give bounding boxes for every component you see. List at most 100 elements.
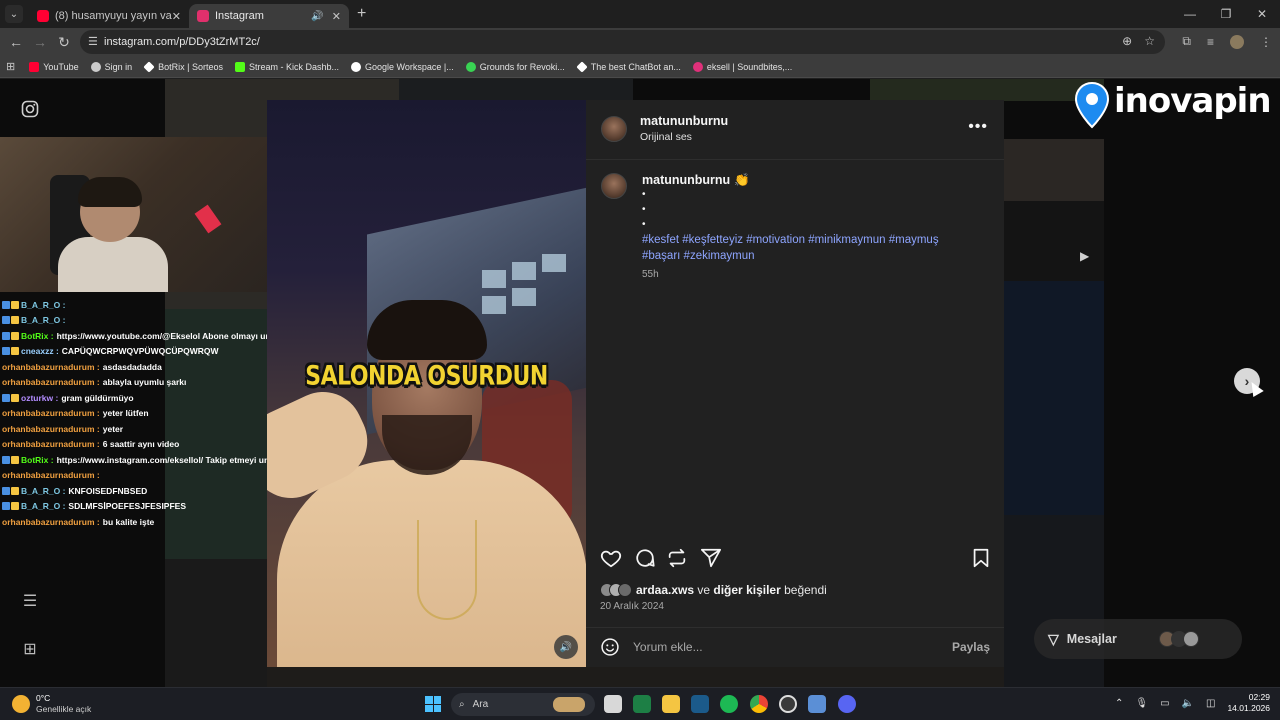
minimize-icon[interactable]: — — [1172, 0, 1208, 28]
address-bar[interactable]: ☰ instagram.com/p/DDy3tZrMT2c/ ⊕ ☆ — [80, 30, 1165, 54]
bookmark-sign-in[interactable]: Sign in — [90, 61, 132, 72]
profile-avatar[interactable] — [1230, 34, 1244, 49]
apps-icon[interactable]: ⊞ — [20, 639, 40, 659]
tab-instagram[interactable]: Instagram 🔊 ✕ — [189, 4, 349, 28]
bookmark-google-workspace[interactable]: Google Workspace |... — [351, 61, 454, 72]
comment-icon[interactable] — [634, 547, 656, 569]
comment-avatar[interactable] — [601, 173, 627, 199]
chat-username[interactable]: B_A_R_O : — [21, 501, 65, 511]
video-window — [542, 254, 566, 272]
task-view-icon[interactable] — [604, 695, 622, 713]
save-bookmark-icon[interactable] — [970, 547, 992, 569]
chat-badges — [2, 455, 19, 464]
close-tab-icon[interactable]: ✕ — [172, 10, 181, 23]
bookmark-eksell[interactable]: eksell | Soundbites,... — [692, 61, 792, 72]
repost-icon[interactable] — [666, 547, 688, 569]
post-video[interactable]: SALONDA OSURDUN 🔊 — [267, 100, 586, 667]
zoom-icon[interactable]: ⊕ — [1122, 34, 1132, 48]
network-app-icon[interactable] — [808, 695, 826, 713]
bookmark-youtube[interactable]: YouTube — [29, 61, 79, 72]
post-actions — [600, 547, 990, 569]
notifications-icon[interactable]: ◫ — [1206, 698, 1215, 709]
forward-icon[interactable]: → — [28, 34, 52, 50]
close-window-icon[interactable]: ✕ — [1244, 0, 1280, 28]
site-info-icon[interactable]: ☰ — [88, 35, 98, 48]
chat-username[interactable]: orhanbabazurnadurum : — [2, 439, 100, 449]
speaker-icon[interactable]: 🔈 — [1182, 698, 1194, 709]
taskbar-search[interactable]: ⌕ Ara — [451, 693, 595, 716]
bookmark-grounds[interactable]: Grounds for Revoki... — [465, 61, 565, 72]
comment-input[interactable]: Yorum ekle... — [633, 640, 703, 654]
file-explorer-icon[interactable] — [662, 695, 680, 713]
menu-icon[interactable]: ⋮ — [1260, 35, 1272, 49]
back-icon[interactable]: ← — [4, 34, 28, 50]
chat-username[interactable]: ozturkw : — [21, 393, 58, 403]
caption-hashtags[interactable]: #kesfet #keşfetteyiz #motivation #minikm… — [642, 233, 972, 264]
like-heart-icon[interactable] — [600, 547, 622, 569]
bookmark-label: Google Workspace |... — [365, 61, 454, 72]
chat-username[interactable]: orhanbabazurnadurum : — [2, 408, 100, 418]
author-username[interactable]: matununburnu — [640, 114, 728, 128]
obs-icon[interactable] — [779, 695, 797, 713]
chat-username[interactable]: B_A_R_O : — [21, 315, 65, 325]
caption-username[interactable]: matununburnu 👏 — [642, 173, 750, 188]
emoji-icon[interactable] — [600, 637, 620, 657]
microphone-icon[interactable]: 🎙 — [1135, 698, 1148, 709]
chat-username[interactable]: B_A_R_O : — [21, 300, 65, 310]
tab-youtube[interactable]: (8) husamyuyu yayın vakti 10 - ✕ — [29, 4, 189, 28]
chat-text: CAPÜQWCRPWQVPÜWQCÜPQWRQW — [61, 346, 219, 357]
apps-grid-icon[interactable]: ⊞ — [6, 60, 15, 73]
chat-message: orhanbabazurnadurum : yeter — [0, 421, 278, 437]
tab-search-button[interactable]: ⌄ — [5, 5, 23, 23]
audio-label[interactable]: Orijinal ses — [640, 131, 692, 143]
media-icon[interactable]: ≡ — [1207, 35, 1214, 49]
bookmark-star-icon[interactable]: ☆ — [1144, 34, 1155, 48]
discord-icon[interactable] — [838, 695, 856, 713]
new-tab-button[interactable]: + — [357, 5, 366, 23]
liker-username[interactable]: ardaa.xws — [636, 583, 694, 597]
chat-username[interactable]: B_A_R_O : — [21, 486, 65, 496]
close-tab-icon[interactable]: ✕ — [332, 10, 341, 23]
chrome-icon[interactable] — [750, 695, 768, 713]
steam-icon[interactable] — [691, 695, 709, 713]
instagram-page: ▶ ☰ ⊞ B_A_R_O : B_A_R_O : BotRix : https://… — [0, 79, 1280, 687]
chat-username[interactable]: orhanbabazurnadurum : — [2, 517, 100, 527]
clock[interactable]: 02:29 14.01.2026 — [1227, 692, 1270, 714]
hamburger-menu-icon[interactable]: ☰ — [20, 591, 40, 611]
reload-icon[interactable]: ↻ — [52, 34, 76, 51]
location-pin-icon — [1074, 81, 1110, 129]
share-send-icon[interactable] — [700, 547, 722, 569]
liked-by[interactable]: ardaa.xws ve diğer kişiler beğendi — [600, 583, 827, 597]
chat-username[interactable]: orhanbabazurnadurum : — [2, 362, 100, 372]
volume-button[interactable]: 🔊 — [554, 635, 578, 659]
excel-icon[interactable] — [633, 695, 651, 713]
extensions-icon[interactable]: ⧉ — [1182, 34, 1191, 49]
network-icon[interactable]: ▭ — [1160, 698, 1169, 709]
messages-button[interactable]: ▽ Mesajlar — [1034, 619, 1242, 659]
author-avatar[interactable] — [601, 116, 627, 142]
bookmark-kick[interactable]: Stream - Kick Dashb... — [235, 61, 339, 72]
weather-text: 0°C Genellikle açık — [36, 693, 91, 715]
weather-widget[interactable]: 0°C Genellikle açık — [12, 693, 91, 715]
spotify-icon[interactable] — [720, 695, 738, 713]
liked-by-others[interactable]: diğer kişiler — [713, 583, 780, 597]
restore-icon[interactable]: ❐ — [1208, 0, 1244, 28]
subscriber-badge-icon — [11, 300, 19, 309]
tray-overflow-icon[interactable]: ⌃ — [1115, 698, 1123, 709]
share-button[interactable]: Paylaş — [952, 640, 990, 654]
chat-username[interactable]: orhanbabazurnadurum : — [2, 424, 100, 434]
bookmark-botrix[interactable]: BotRix | Sorteos — [143, 60, 223, 73]
instagram-logo-icon[interactable] — [20, 99, 40, 119]
youtube-icon — [29, 61, 40, 72]
audio-playing-icon[interactable]: 🔊 — [311, 11, 323, 22]
chat-username[interactable]: BotRix : — [21, 331, 54, 341]
chat-username[interactable]: BotRix : — [21, 455, 54, 465]
subscriber-badge-icon — [11, 455, 19, 464]
chat-username[interactable]: cneaxzz : — [21, 346, 59, 356]
chat-username[interactable]: orhanbabazurnadurum : — [2, 470, 100, 480]
more-options-icon[interactable]: ••• — [968, 118, 988, 136]
background-tile — [165, 559, 267, 687]
windows-start-icon[interactable] — [425, 696, 441, 712]
chat-username[interactable]: orhanbabazurnadurum : — [2, 377, 100, 387]
bookmark-chatbot[interactable]: The best ChatBot an... — [576, 60, 681, 73]
